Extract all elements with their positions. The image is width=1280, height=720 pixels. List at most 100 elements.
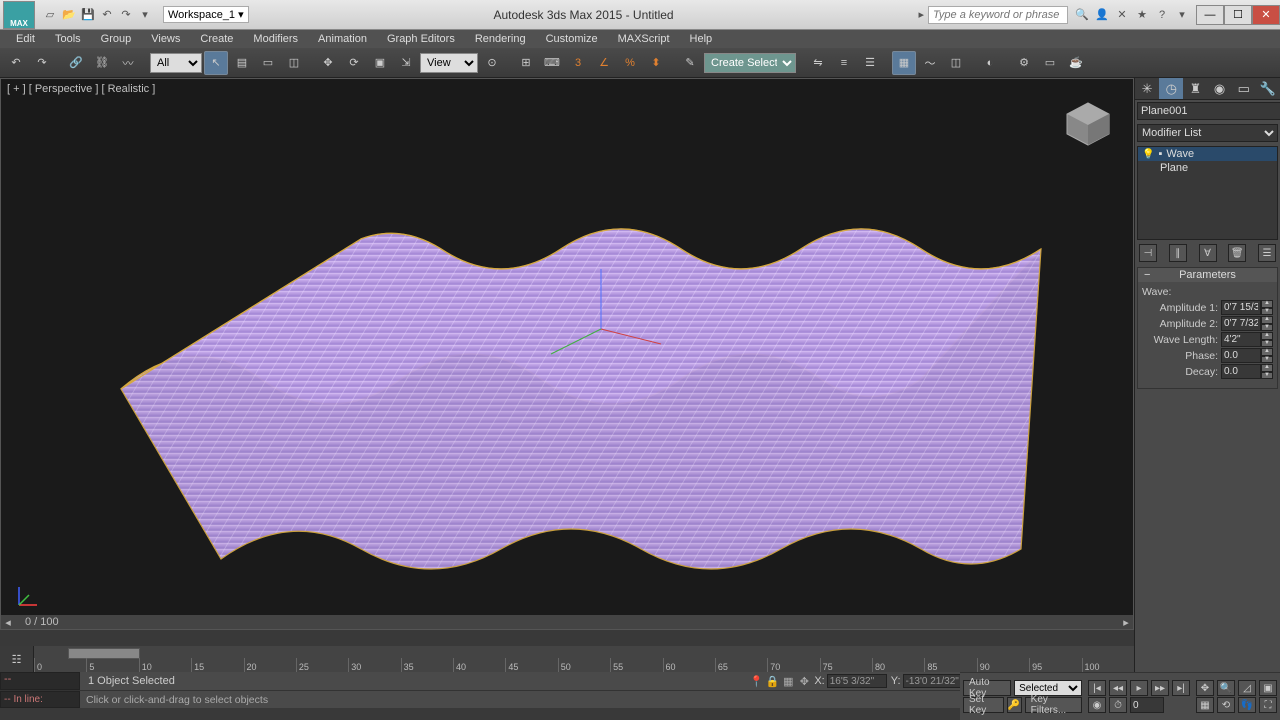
spinner-down-icon[interactable]: ▼ xyxy=(1261,324,1273,332)
modifier-list-dropdown[interactable]: Modifier List xyxy=(1137,124,1278,142)
rotate-button[interactable]: ⟳ xyxy=(342,51,366,75)
fov-button[interactable]: ◿ xyxy=(1238,680,1256,696)
next-frame-button[interactable]: ▸▸ xyxy=(1151,680,1169,696)
mirror-button[interactable]: ⇋ xyxy=(806,51,830,75)
redo-icon[interactable]: ↷ xyxy=(118,7,134,23)
menu-group[interactable]: Group xyxy=(93,32,140,46)
select-object-button[interactable]: ↖ xyxy=(204,51,228,75)
pivot-center-button[interactable]: ⊙ xyxy=(480,51,504,75)
schematic-view-button[interactable]: ◫ xyxy=(944,51,968,75)
maxscript-mini-listener[interactable]: -- xyxy=(0,672,80,690)
modifier-expand-icon[interactable]: ▪ xyxy=(1158,148,1162,160)
percent-snap-button[interactable]: % xyxy=(618,51,642,75)
snap-toggle-button[interactable]: 3 xyxy=(566,51,590,75)
workspace-selector[interactable]: Workspace_1 ▾ xyxy=(163,6,249,23)
modify-tab-icon[interactable]: ◷ xyxy=(1159,78,1183,99)
phase-input[interactable] xyxy=(1221,348,1261,363)
time-slider[interactable]: 0510152025303540455055606570758085909510… xyxy=(34,646,1134,672)
select-by-name-button[interactable]: ▤ xyxy=(230,51,254,75)
viewport-view-label[interactable]: [ Perspective ] xyxy=(29,83,99,95)
decay-input[interactable] xyxy=(1221,364,1261,379)
spinner-down-icon[interactable]: ▼ xyxy=(1261,372,1273,380)
menu-grapheditors[interactable]: Graph Editors xyxy=(379,32,463,46)
select-region-button[interactable]: ▭ xyxy=(256,51,280,75)
menu-tools[interactable]: Tools xyxy=(47,32,89,46)
y-coord-input[interactable] xyxy=(903,674,963,688)
isolate-icon[interactable]: ▦ xyxy=(780,674,796,688)
selection-lock-icon[interactable]: 📍 xyxy=(748,674,764,688)
menu-modifiers[interactable]: Modifiers xyxy=(245,32,306,46)
exchange-icon[interactable]: ✕ xyxy=(1114,7,1130,23)
material-editor-button[interactable]: ◐ xyxy=(978,51,1002,75)
prev-frame-button[interactable]: ◂◂ xyxy=(1109,680,1127,696)
modifier-visibility-icon[interactable]: 💡 xyxy=(1142,149,1154,160)
scale-button[interactable]: ▣ xyxy=(368,51,392,75)
keyfilters-button[interactable]: Key Filters... xyxy=(1025,697,1082,713)
modifier-stack-item[interactable]: 💡 ▪ Wave xyxy=(1138,147,1277,161)
render-setup-button[interactable]: ⚙ xyxy=(1012,51,1036,75)
toggle-ribbon-button[interactable]: ▦ xyxy=(892,51,916,75)
timeline-config-icon[interactable]: ☷ xyxy=(0,646,34,672)
spinner-up-icon[interactable]: ▲ xyxy=(1261,300,1273,308)
undo-button[interactable]: ↶ xyxy=(4,51,28,75)
spinner-down-icon[interactable]: ▼ xyxy=(1261,308,1273,316)
time-config-button[interactable]: ⏱ xyxy=(1109,697,1127,713)
transform-typein-icon[interactable]: ✥ xyxy=(796,674,812,688)
pin-stack-button[interactable]: ⊣ xyxy=(1139,244,1157,262)
utilities-tab-icon[interactable]: 🔧 xyxy=(1256,78,1280,99)
render-frame-button[interactable]: ▭ xyxy=(1038,51,1062,75)
display-tab-icon[interactable]: ▭ xyxy=(1232,78,1256,99)
menu-create[interactable]: Create xyxy=(192,32,241,46)
bind-spacewarp-button[interactable]: 〰 xyxy=(116,51,140,75)
link-button[interactable]: 🔗 xyxy=(64,51,88,75)
qat-dropdown-icon[interactable]: ▾ xyxy=(137,7,153,23)
curve-editor-button[interactable]: 〜 xyxy=(918,51,942,75)
viewport-scrollbar[interactable]: ◂ 0 / 100 ▸ xyxy=(1,615,1133,629)
manipulate-button[interactable]: ⊞ xyxy=(514,51,538,75)
named-selection-sets[interactable]: Create Selection Se xyxy=(704,53,796,73)
current-frame-input[interactable] xyxy=(1130,697,1164,713)
create-tab-icon[interactable]: ✳ xyxy=(1135,78,1159,99)
viewport-menu-plus[interactable]: [ + ] xyxy=(7,83,26,95)
hierarchy-tab-icon[interactable]: ♜ xyxy=(1183,78,1207,99)
show-result-button[interactable]: ∥ xyxy=(1169,244,1187,262)
viewcube[interactable] xyxy=(1063,99,1113,149)
key-icon[interactable]: 🔑 xyxy=(1007,697,1022,713)
window-crossing-button[interactable]: ◫ xyxy=(282,51,306,75)
orbit-button[interactable]: ⟲ xyxy=(1217,697,1235,713)
remove-modifier-button[interactable]: 🗑 xyxy=(1228,244,1246,262)
amplitude1-input[interactable] xyxy=(1221,300,1261,315)
modifier-stack[interactable]: 💡 ▪ Wave Plane xyxy=(1137,146,1278,240)
make-unique-button[interactable]: ∀ xyxy=(1199,244,1217,262)
spinner-up-icon[interactable]: ▲ xyxy=(1261,364,1273,372)
configure-sets-button[interactable]: ☰ xyxy=(1258,244,1276,262)
align-button[interactable]: ≡ xyxy=(832,51,856,75)
amplitude2-input[interactable] xyxy=(1221,316,1261,331)
maxscript-listener-line2[interactable]: -- In line: xyxy=(0,691,80,708)
signin-icon[interactable]: 👤 xyxy=(1094,7,1110,23)
lock-icon[interactable]: 🔒 xyxy=(764,674,780,688)
setkey-button[interactable]: Set Key xyxy=(963,697,1004,713)
key-mode-toggle-button[interactable]: ◉ xyxy=(1088,697,1106,713)
menu-maxscript[interactable]: MAXScript xyxy=(610,32,678,46)
modifier-stack-item[interactable]: Plane xyxy=(1138,161,1277,175)
unlink-button[interactable]: ⛓ xyxy=(90,51,114,75)
close-button[interactable]: ✕ xyxy=(1252,5,1280,25)
spinner-up-icon[interactable]: ▲ xyxy=(1261,348,1273,356)
menu-customize[interactable]: Customize xyxy=(538,32,606,46)
rollout-header[interactable]: −Parameters xyxy=(1138,268,1277,282)
open-icon[interactable]: 📂 xyxy=(61,7,77,23)
wavelength-input[interactable] xyxy=(1221,332,1261,347)
angle-snap-button[interactable]: ∠ xyxy=(592,51,616,75)
save-icon[interactable]: 💾 xyxy=(80,7,96,23)
ref-coord-system[interactable]: View xyxy=(420,53,478,73)
menu-animation[interactable]: Animation xyxy=(310,32,375,46)
new-icon[interactable]: ▱ xyxy=(42,7,58,23)
object-name-input[interactable] xyxy=(1137,102,1280,120)
search-icon[interactable]: 🔍 xyxy=(1074,7,1090,23)
zoom-button[interactable]: 🔍 xyxy=(1217,680,1235,696)
move-button[interactable]: ✥ xyxy=(316,51,340,75)
redo-button[interactable]: ↷ xyxy=(30,51,54,75)
scroll-right-icon[interactable]: ▸ xyxy=(1119,616,1133,629)
favorites-icon[interactable]: ★ xyxy=(1134,7,1150,23)
